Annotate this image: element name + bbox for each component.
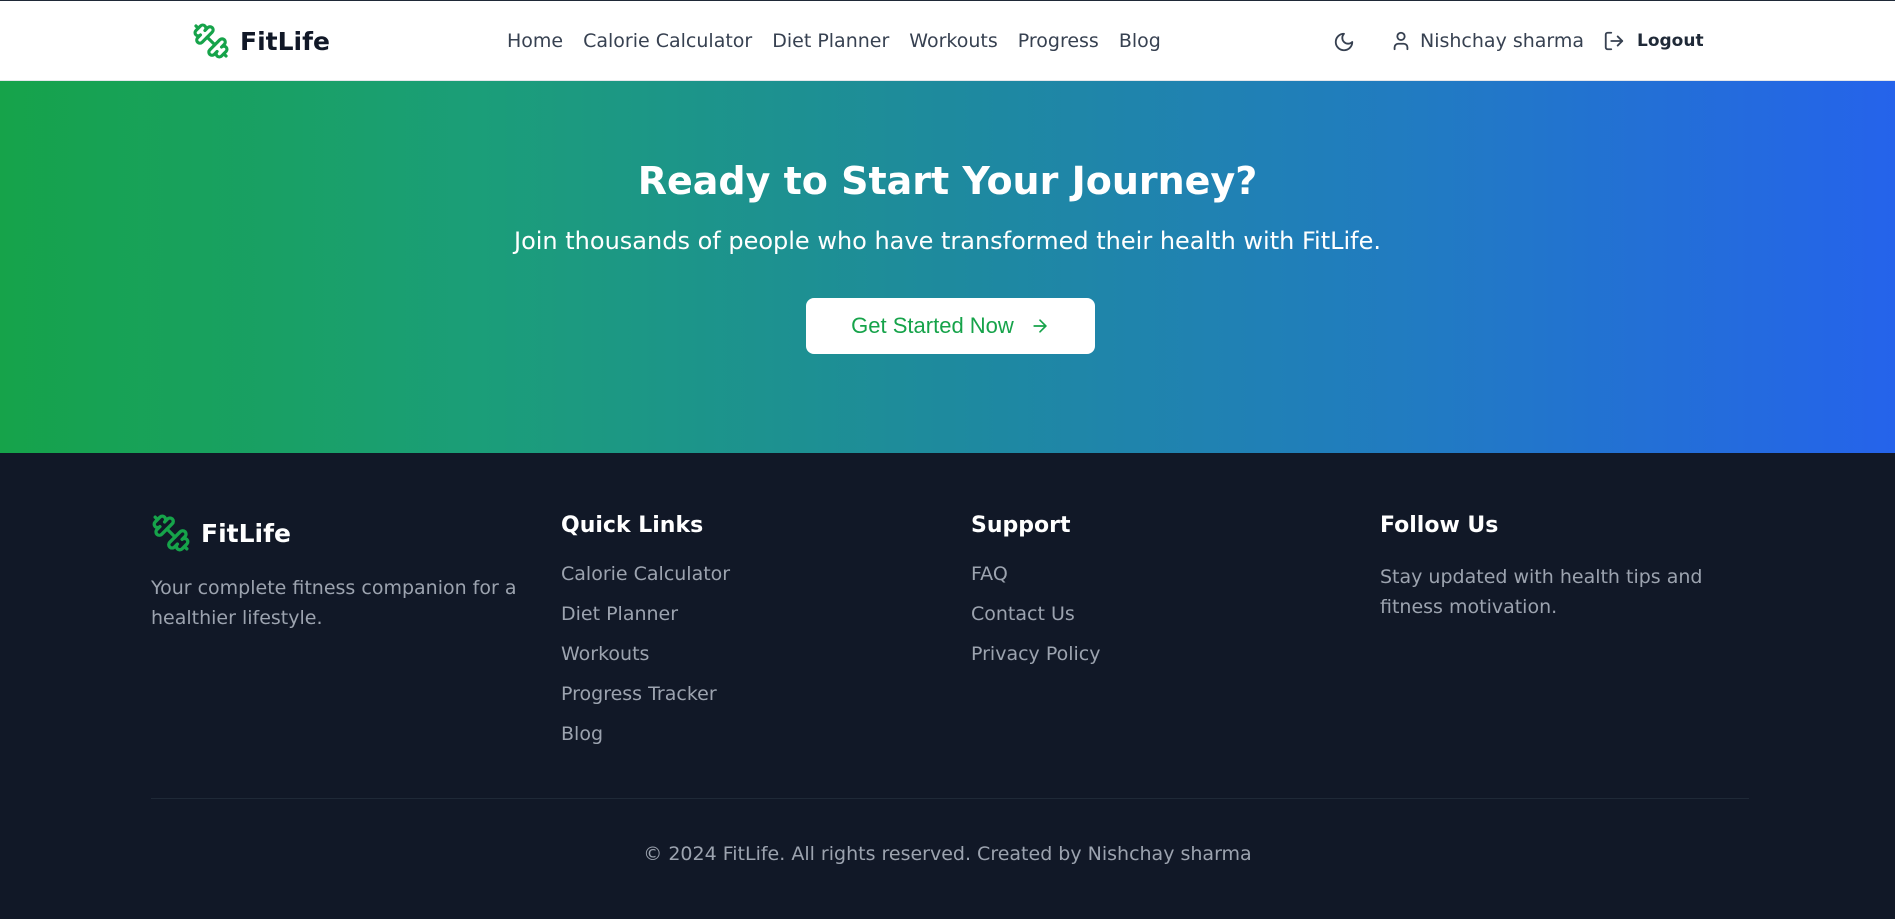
logout-button[interactable]: Logout — [1603, 30, 1704, 52]
footer-link-contact-us[interactable]: Contact Us — [971, 602, 1100, 626]
nav-progress[interactable]: Progress — [1018, 30, 1099, 52]
logout-label: Logout — [1637, 31, 1704, 51]
follow-us-text: Stay updated with health tips and fitnes… — [1380, 566, 1703, 618]
footer-brand: FitLife Your complete fitness companion … — [151, 513, 521, 633]
top-navbar: FitLife Home Calorie Calculator Diet Pla… — [0, 0, 1895, 81]
cta-hero-section: Ready to Start Your Journey? Join thousa… — [0, 81, 1895, 453]
hero-subtitle: Join thousands of people who have transf… — [514, 227, 1381, 255]
dumbbell-icon — [193, 23, 229, 59]
footer-quick-links: Quick Links Calorie Calculator Diet Plan… — [561, 513, 730, 762]
nav-calorie-calculator[interactable]: Calorie Calculator — [583, 30, 752, 52]
dumbbell-icon — [152, 514, 190, 552]
footer-link-workouts[interactable]: Workouts — [561, 642, 730, 666]
logout-icon — [1604, 31, 1624, 51]
footer-brand-name: FitLife — [201, 518, 291, 548]
main-nav: Home Calorie Calculator Diet Planner Wor… — [507, 30, 1161, 52]
nav-workouts[interactable]: Workouts — [909, 30, 997, 52]
nav-diet-planner[interactable]: Diet Planner — [772, 30, 889, 52]
get-started-button[interactable]: Get Started Now — [806, 298, 1095, 354]
arrow-right-icon — [1033, 319, 1047, 333]
footer-link-diet-planner[interactable]: Diet Planner — [561, 602, 730, 626]
brand-name: FitLife — [240, 26, 330, 56]
follow-us-heading: Follow Us — [1380, 513, 1499, 538]
footer-link-progress-tracker[interactable]: Progress Tracker — [561, 682, 730, 706]
brand-logo-link[interactable]: FitLife — [192, 22, 330, 60]
nav-blog[interactable]: Blog — [1119, 30, 1161, 52]
footer-link-calorie-calculator[interactable]: Calorie Calculator — [561, 562, 730, 586]
footer-support: Support FAQ Contact Us Privacy Policy — [971, 513, 1100, 682]
footer-logo-link[interactable]: FitLife — [151, 513, 521, 553]
user-icon — [1393, 31, 1409, 51]
user-profile[interactable]: Nishchay sharma — [1390, 30, 1584, 52]
quick-links-heading: Quick Links — [561, 513, 704, 538]
footer-link-blog[interactable]: Blog — [561, 722, 730, 746]
footer-link-privacy-policy[interactable]: Privacy Policy — [971, 642, 1100, 666]
get-started-label: Get Started Now — [851, 313, 1014, 338]
footer-follow-us: Follow Us Stay updated with health tips … — [1380, 513, 1750, 622]
site-footer: FitLife Your complete fitness companion … — [0, 453, 1895, 919]
user-name: Nishchay sharma — [1420, 30, 1585, 52]
support-heading: Support — [971, 513, 1071, 538]
nav-home[interactable]: Home — [507, 30, 563, 52]
copyright-text: © 2024 FitLife. All rights reserved. Cre… — [643, 843, 1252, 865]
moon-icon[interactable] — [1333, 31, 1355, 53]
footer-tagline: Your complete fitness companion for a he… — [151, 577, 517, 629]
footer-divider — [151, 798, 1749, 799]
hero-title: Ready to Start Your Journey? — [637, 159, 1258, 203]
footer-link-faq[interactable]: FAQ — [971, 562, 1100, 586]
